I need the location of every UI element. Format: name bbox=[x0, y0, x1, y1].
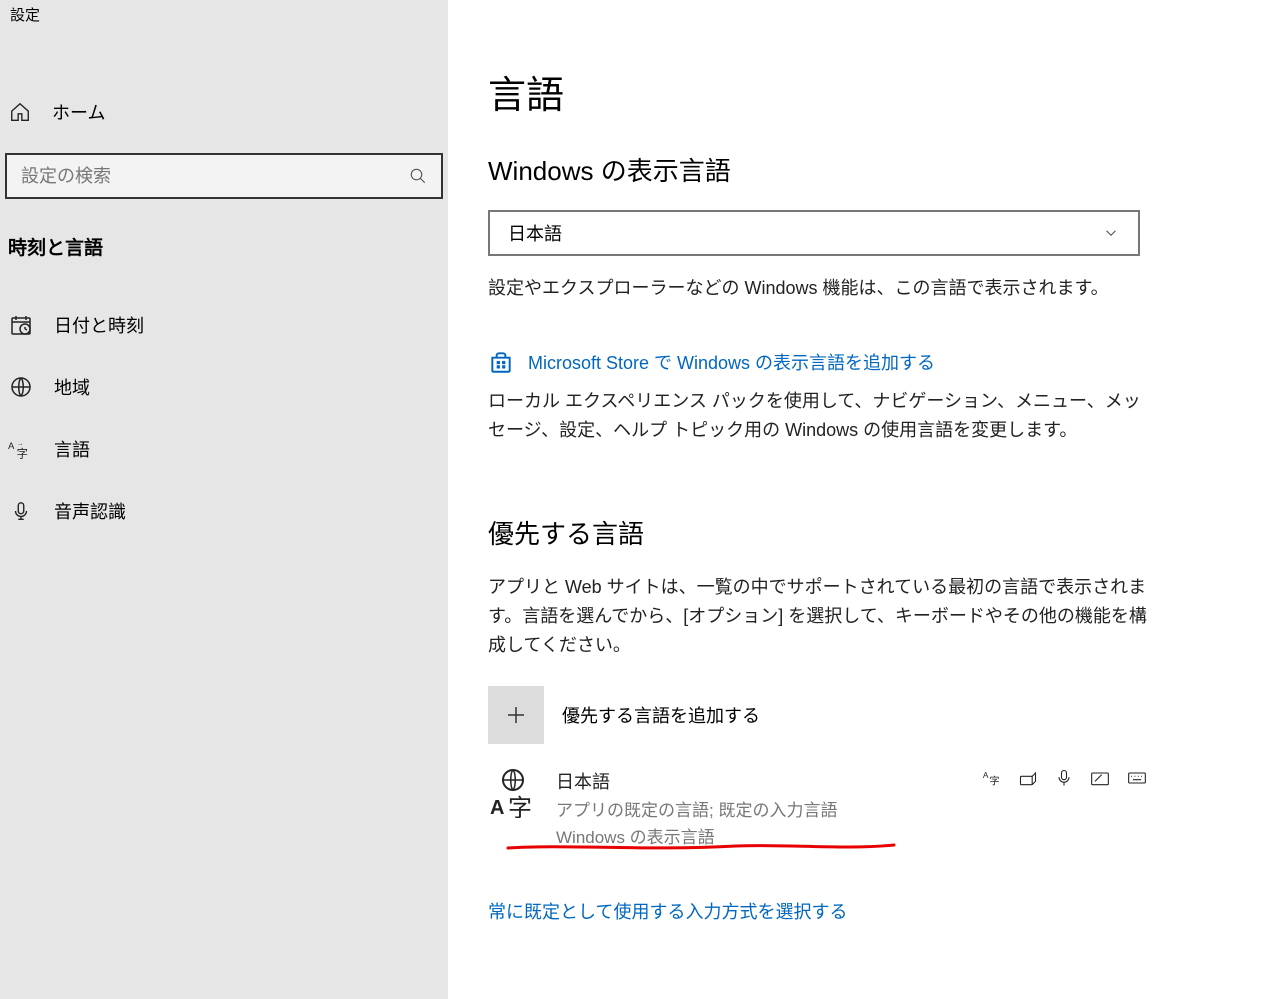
voice-icon bbox=[1054, 768, 1076, 790]
dropdown-selected-value: 日本語 bbox=[508, 220, 562, 246]
add-language-label: 優先する言語を追加する bbox=[562, 702, 760, 728]
app-title: 設定 bbox=[0, 0, 448, 29]
globe-icon bbox=[8, 374, 34, 400]
sidebar: 設定 ホーム 時刻と言語 bbox=[0, 0, 448, 999]
handwriting-icon bbox=[1090, 768, 1112, 790]
language-icon: A 字 → bbox=[8, 436, 34, 462]
language-entry-text: 日本語 アプリの既定の言語; 既定の入力言語 Windows の表示言語 bbox=[556, 768, 837, 848]
search-box[interactable] bbox=[5, 153, 443, 199]
svg-text:字: 字 bbox=[17, 447, 28, 460]
region-icon bbox=[1018, 768, 1040, 790]
sidebar-item-label: 音声認識 bbox=[54, 498, 126, 524]
search-icon bbox=[409, 167, 427, 185]
add-language-button[interactable]: 優先する言語を追加する bbox=[488, 686, 1225, 744]
display-lang-section-title: Windows の表示言語 bbox=[488, 151, 1225, 188]
home-nav-item[interactable]: ホーム bbox=[0, 89, 448, 135]
microphone-icon bbox=[8, 498, 34, 524]
sidebar-item-label: 日付と時刻 bbox=[54, 312, 144, 338]
display-language-dropdown[interactable]: 日本語 bbox=[488, 210, 1140, 256]
language-entry[interactable]: A 字 日本語 アプリの既定の言語; 既定の入力言語 Windows の表示言語… bbox=[488, 768, 1148, 848]
language-sub1: アプリの既定の言語; 既定の入力言語 bbox=[556, 796, 837, 821]
main-content: 言語 Windows の表示言語 日本語 設定やエクスプローラーなどの Wind… bbox=[448, 0, 1265, 999]
store-icon bbox=[488, 349, 514, 375]
keyboard-icon bbox=[1126, 768, 1148, 790]
pref-lang-section-title: 優先する言語 bbox=[488, 514, 1225, 551]
svg-text:A: A bbox=[983, 770, 989, 780]
search-input[interactable] bbox=[21, 166, 346, 187]
language-a-icon: A 字 bbox=[488, 768, 538, 818]
display-lang-description: 設定やエクスプローラーなどの Windows 機能は、この言語で表示されます。 bbox=[488, 274, 1148, 303]
pref-lang-description: アプリと Web サイトは、一覧の中でサポートされている最初の言語で表示されます… bbox=[488, 573, 1148, 659]
nav-item-list: 日付と時刻 地域 A 字 → 言語 bbox=[0, 294, 448, 542]
chevron-down-icon bbox=[1102, 224, 1120, 242]
language-feature-icons: A 字 bbox=[982, 768, 1148, 790]
svg-text:→: → bbox=[17, 441, 24, 448]
text-to-speech-icon: A 字 bbox=[982, 768, 1004, 790]
sidebar-item-datetime[interactable]: 日付と時刻 bbox=[0, 294, 448, 356]
home-label: ホーム bbox=[52, 99, 105, 125]
plus-box bbox=[488, 686, 544, 744]
svg-text:字: 字 bbox=[990, 774, 1000, 787]
calendar-clock-icon bbox=[8, 312, 34, 338]
svg-text:A: A bbox=[490, 797, 504, 818]
sidebar-item-region[interactable]: 地域 bbox=[0, 356, 448, 418]
sidebar-item-speech[interactable]: 音声認識 bbox=[0, 480, 448, 542]
sidebar-item-label: 言語 bbox=[54, 436, 90, 462]
store-link-description: ローカル エクスペリエンス パックを使用して、ナビゲーション、メニュー、メッセー… bbox=[488, 387, 1148, 445]
store-link[interactable]: Microsoft Store で Windows の表示言語を追加する bbox=[528, 349, 935, 375]
svg-text:字: 字 bbox=[508, 795, 532, 818]
language-name: 日本語 bbox=[556, 768, 837, 794]
home-icon bbox=[8, 100, 32, 124]
page-title: 言語 bbox=[488, 64, 1225, 119]
store-link-row[interactable]: Microsoft Store で Windows の表示言語を追加する bbox=[488, 349, 1225, 375]
sidebar-item-label: 地域 bbox=[54, 374, 90, 400]
sidebar-item-language[interactable]: A 字 → 言語 bbox=[0, 418, 448, 480]
input-method-link[interactable]: 常に既定として使用する入力方式を選択する bbox=[488, 902, 847, 922]
svg-text:A: A bbox=[8, 441, 15, 452]
language-sub2: Windows の表示言語 bbox=[556, 823, 837, 848]
category-title: 時刻と言語 bbox=[0, 199, 448, 268]
plus-icon bbox=[504, 703, 528, 727]
